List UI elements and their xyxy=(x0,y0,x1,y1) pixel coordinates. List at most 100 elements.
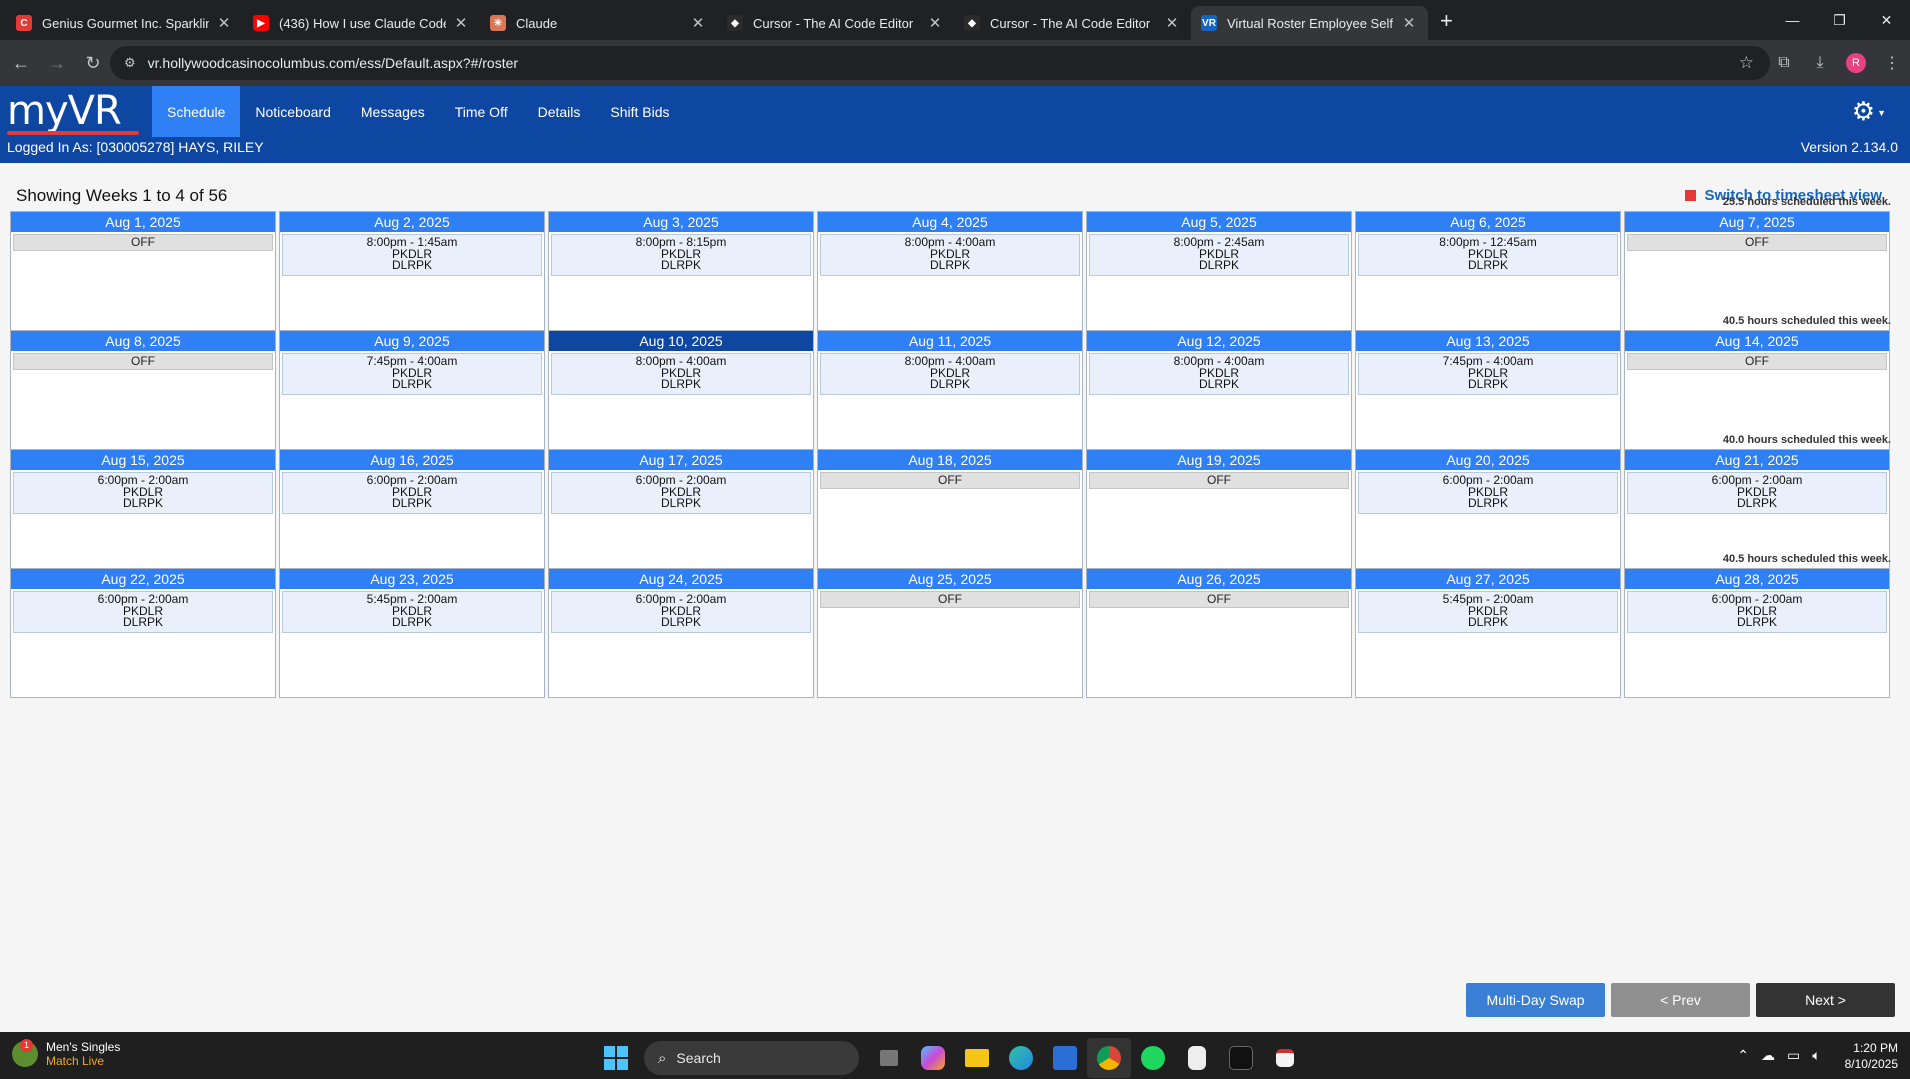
day-date-header[interactable]: Aug 5, 2025 xyxy=(1087,212,1351,232)
day-date-header[interactable]: Aug 20, 2025 xyxy=(1356,450,1620,470)
taskbar-search[interactable]: ⌕ Search xyxy=(644,1041,859,1075)
shift-block[interactable]: 8:00pm - 8:15pm PKDLR DLRPK xyxy=(551,234,811,276)
day-date-header[interactable]: Aug 27, 2025 xyxy=(1356,569,1620,589)
shift-block[interactable]: 6:00pm - 2:00am PKDLR DLRPK xyxy=(1358,472,1618,514)
day-date-header[interactable]: Aug 1, 2025 xyxy=(11,212,275,232)
day-cell[interactable]: Aug 22, 2025 6:00pm - 2:00am PKDLR DLRPK xyxy=(10,568,276,698)
day-date-header[interactable]: Aug 28, 2025 xyxy=(1625,569,1889,589)
browser-tab[interactable]: ▶ (436) How I use Claude Code to ✕ xyxy=(243,6,480,40)
nav-tab-shift-bids[interactable]: Shift Bids xyxy=(595,86,684,137)
shift-block[interactable]: 6:00pm - 2:00am PKDLR DLRPK xyxy=(551,472,811,514)
day-date-header[interactable]: Aug 16, 2025 xyxy=(280,450,544,470)
prev-button[interactable]: < Prev xyxy=(1611,983,1750,1017)
day-date-header[interactable]: Aug 6, 2025 xyxy=(1356,212,1620,232)
browser-tab[interactable]: ✳ Claude ✕ xyxy=(480,6,717,40)
tab-close-icon[interactable]: ✕ xyxy=(452,14,470,32)
day-date-header[interactable]: Aug 19, 2025 xyxy=(1087,450,1351,470)
app-icon[interactable] xyxy=(1175,1038,1219,1078)
day-cell[interactable]: Aug 28, 2025 6:00pm - 2:00am PKDLR DLRPK xyxy=(1624,568,1890,698)
download-icon[interactable]: ⤓ xyxy=(1802,54,1838,72)
day-date-header[interactable]: Aug 25, 2025 xyxy=(818,569,1082,589)
url-text[interactable]: vr.hollywoodcasinocolumbus.com/ess/Defau… xyxy=(148,55,1739,71)
shift-block[interactable]: 5:45pm - 2:00am PKDLR DLRPK xyxy=(282,591,542,633)
store-icon[interactable] xyxy=(1043,1038,1087,1078)
day-date-header[interactable]: Aug 4, 2025 xyxy=(818,212,1082,232)
shift-block[interactable]: 6:00pm - 2:00am PKDLR DLRPK xyxy=(13,472,273,514)
shift-block[interactable]: 7:45pm - 4:00am PKDLR DLRPK xyxy=(282,353,542,395)
browser-tab[interactable]: ◆ Cursor - The AI Code Editor ✕ xyxy=(954,6,1191,40)
myvr-logo[interactable]: my VR xyxy=(7,91,139,135)
browser-menu-icon[interactable]: ⋮ xyxy=(1874,53,1910,73)
day-date-header[interactable]: Aug 26, 2025 xyxy=(1087,569,1351,589)
day-cell[interactable]: Aug 26, 2025 OFF xyxy=(1086,568,1352,698)
edge-icon[interactable] xyxy=(999,1038,1043,1078)
day-date-header[interactable]: Aug 23, 2025 xyxy=(280,569,544,589)
day-date-header[interactable]: Aug 2, 2025 xyxy=(280,212,544,232)
shift-block[interactable]: 7:45pm - 4:00am PKDLR DLRPK xyxy=(1358,353,1618,395)
day-date-header[interactable]: Aug 14, 2025 xyxy=(1625,331,1889,351)
back-icon[interactable]: ← xyxy=(6,53,36,74)
shift-block[interactable]: 6:00pm - 2:00am PKDLR DLRPK xyxy=(282,472,542,514)
spotify-icon[interactable] xyxy=(1131,1038,1175,1078)
taskbar-clock[interactable]: 1:20 PM 8/10/2025 xyxy=(1845,1040,1898,1072)
day-date-header[interactable]: Aug 22, 2025 xyxy=(11,569,275,589)
chrome-icon[interactable] xyxy=(1087,1038,1131,1078)
shift-block[interactable]: 5:45pm - 2:00am PKDLR DLRPK xyxy=(1358,591,1618,633)
network-icon[interactable]: ▭ xyxy=(1787,1047,1800,1064)
calendar-icon[interactable] xyxy=(1263,1038,1307,1078)
day-cell[interactable]: Aug 24, 2025 6:00pm - 2:00am PKDLR DLRPK xyxy=(548,568,814,698)
shift-block[interactable]: 8:00pm - 4:00am PKDLR DLRPK xyxy=(551,353,811,395)
day-date-header[interactable]: Aug 12, 2025 xyxy=(1087,331,1351,351)
tab-close-icon[interactable]: ✕ xyxy=(1400,14,1418,32)
tab-close-icon[interactable]: ✕ xyxy=(1163,14,1181,32)
day-date-header[interactable]: Aug 17, 2025 xyxy=(549,450,813,470)
day-date-header[interactable]: Aug 15, 2025 xyxy=(11,450,275,470)
nav-tab-messages[interactable]: Messages xyxy=(346,86,440,137)
shift-block[interactable]: 6:00pm - 2:00am PKDLR DLRPK xyxy=(13,591,273,633)
day-date-header[interactable]: Aug 9, 2025 xyxy=(280,331,544,351)
tab-close-icon[interactable]: ✕ xyxy=(926,14,944,32)
forward-icon[interactable]: → xyxy=(42,53,72,74)
shift-block[interactable]: 6:00pm - 2:00am PKDLR DLRPK xyxy=(1627,472,1887,514)
nav-tab-details[interactable]: Details xyxy=(523,86,596,137)
tray-chevron-icon[interactable]: ⌃ xyxy=(1737,1047,1749,1064)
minimize-icon[interactable]: — xyxy=(1769,0,1816,40)
day-cell[interactable]: Aug 27, 2025 5:45pm - 2:00am PKDLR DLRPK xyxy=(1355,568,1621,698)
cursor-icon[interactable] xyxy=(1219,1038,1263,1078)
nav-tab-schedule[interactable]: Schedule xyxy=(152,86,241,137)
shift-block[interactable]: 6:00pm - 2:00am PKDLR DLRPK xyxy=(551,591,811,633)
tab-close-icon[interactable]: ✕ xyxy=(215,14,233,32)
day-date-header[interactable]: Aug 8, 2025 xyxy=(11,331,275,351)
day-cell[interactable]: Aug 23, 2025 5:45pm - 2:00am PKDLR DLRPK xyxy=(279,568,545,698)
shift-block[interactable]: 8:00pm - 4:00am PKDLR DLRPK xyxy=(1089,353,1349,395)
shift-block[interactable]: 8:00pm - 4:00am PKDLR DLRPK xyxy=(820,234,1080,276)
shift-block[interactable]: 8:00pm - 2:45am PKDLR DLRPK xyxy=(1089,234,1349,276)
browser-tab[interactable]: ◆ Cursor - The AI Code Editor ✕ xyxy=(717,6,954,40)
tab-close-icon[interactable]: ✕ xyxy=(689,14,707,32)
nav-tab-noticeboard[interactable]: Noticeboard xyxy=(240,86,346,137)
day-date-header[interactable]: Aug 3, 2025 xyxy=(549,212,813,232)
settings-gear-icon[interactable]: ⚙ ▼ xyxy=(1852,96,1886,127)
address-bar[interactable]: ⚙ vr.hollywoodcasinocolumbus.com/ess/Def… xyxy=(110,46,1770,80)
day-date-header[interactable]: Aug 10, 2025 xyxy=(549,331,813,351)
multi-day-swap-button[interactable]: Multi-Day Swap xyxy=(1466,983,1605,1017)
bookmark-star-icon[interactable]: ☆ xyxy=(1739,53,1754,73)
browser-tab[interactable]: VR Virtual Roster Employee Self Se ✕ xyxy=(1191,6,1428,40)
volume-icon[interactable]: 🔈︎ xyxy=(1812,1047,1820,1064)
profile-avatar[interactable]: R xyxy=(1846,53,1866,73)
nav-tab-time-off[interactable]: Time Off xyxy=(440,86,523,137)
day-date-header[interactable]: Aug 21, 2025 xyxy=(1625,450,1889,470)
restore-icon[interactable]: ❐ xyxy=(1816,0,1863,40)
day-date-header[interactable]: Aug 24, 2025 xyxy=(549,569,813,589)
shift-block[interactable]: 8:00pm - 4:00am PKDLR DLRPK xyxy=(820,353,1080,395)
new-tab-button[interactable]: + xyxy=(1428,8,1465,40)
task-view-icon[interactable] xyxy=(867,1038,911,1078)
close-window-icon[interactable]: ✕ xyxy=(1863,0,1910,40)
copilot-icon[interactable] xyxy=(911,1038,955,1078)
day-cell[interactable]: Aug 25, 2025 OFF xyxy=(817,568,1083,698)
browser-tab[interactable]: C Genius Gourmet Inc. Sparkling ✕ xyxy=(6,6,243,40)
shift-block[interactable]: 8:00pm - 1:45am PKDLR DLRPK xyxy=(282,234,542,276)
reload-icon[interactable]: ↻ xyxy=(78,53,108,74)
shift-block[interactable]: 8:00pm - 12:45am PKDLR DLRPK xyxy=(1358,234,1618,276)
site-info-icon[interactable]: ⚙ xyxy=(124,55,136,71)
